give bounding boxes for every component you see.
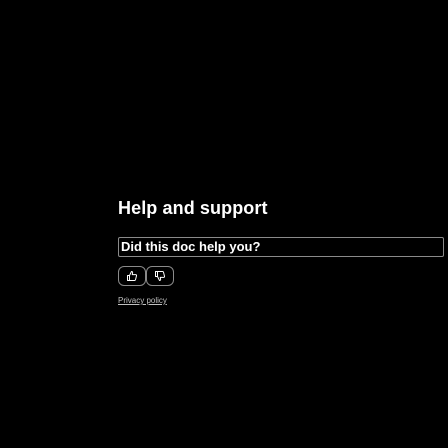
privacy-policy-link[interactable]: Privacy policy — [118, 296, 167, 306]
thumbs-up-button[interactable] — [118, 266, 146, 286]
thumbs-up-icon — [127, 271, 138, 281]
feedback-question: Did this doc help you? — [121, 239, 261, 254]
help-support-heading: Help and support — [118, 198, 268, 218]
thumbs-down-button[interactable] — [146, 266, 174, 286]
thumbs-down-icon — [155, 271, 166, 281]
